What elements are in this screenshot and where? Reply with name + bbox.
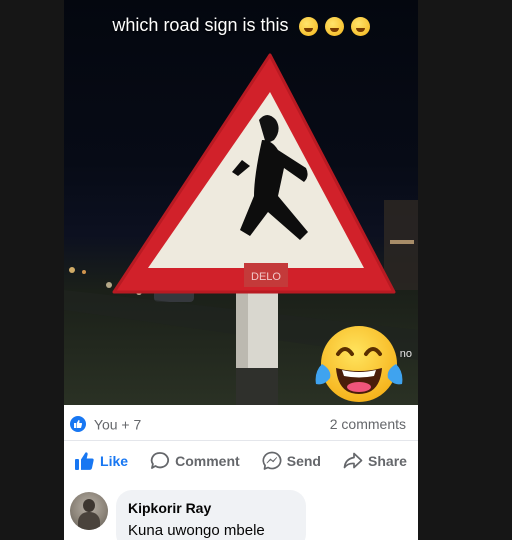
messenger-icon bbox=[262, 451, 282, 470]
rolling-laughing-emoji-icon bbox=[350, 16, 370, 36]
post-photo[interactable]: DELO which road sign is this no bbox=[64, 0, 418, 405]
svg-text:DELO: DELO bbox=[251, 271, 281, 283]
commenter-avatar[interactable] bbox=[70, 492, 108, 530]
comment-item: Kipkorir Ray Kuna uwongo mbele bbox=[64, 485, 418, 540]
thumbs-up-icon bbox=[75, 452, 94, 470]
comments-count-link[interactable]: 2 comments bbox=[330, 416, 406, 432]
comment-bubble: Kipkorir Ray Kuna uwongo mbele bbox=[116, 490, 306, 540]
reactions-summary[interactable]: You + 7 bbox=[70, 415, 142, 433]
send-button[interactable]: Send bbox=[262, 451, 321, 471]
comment-author[interactable]: Kipkorir Ray bbox=[128, 500, 211, 516]
share-label: Share bbox=[368, 453, 407, 469]
comment-bubble-icon bbox=[150, 452, 170, 469]
laughing-tears-emoji-icon bbox=[315, 326, 403, 402]
like-label: Like bbox=[100, 453, 129, 469]
caption-text: which road sign is this bbox=[112, 14, 289, 35]
like-reaction-icon bbox=[70, 416, 86, 433]
post-caption: which road sign is this bbox=[64, 14, 418, 36]
comment-label: Comment bbox=[175, 453, 240, 469]
share-button[interactable]: Share bbox=[343, 452, 407, 470]
rolling-laughing-emoji-icon bbox=[324, 16, 344, 36]
comment-button[interactable]: Comment bbox=[150, 451, 240, 471]
send-label: Send bbox=[286, 453, 321, 469]
post-stats: You + 7 2 comments bbox=[64, 405, 418, 441]
post-actions: Like Comment Send Share bbox=[64, 441, 418, 481]
share-arrow-icon bbox=[343, 452, 363, 469]
like-button[interactable]: Like bbox=[75, 452, 128, 470]
overlay-text: no bbox=[399, 348, 412, 360]
caption-emoji-group bbox=[297, 15, 370, 36]
comment-text: Kuna uwongo mbele bbox=[128, 522, 265, 539]
post-card: DELO which road sign is this no You + 7 … bbox=[64, 0, 418, 540]
reactions-count: You + 7 bbox=[93, 416, 142, 433]
shy-face-emoji-icon bbox=[298, 16, 318, 36]
